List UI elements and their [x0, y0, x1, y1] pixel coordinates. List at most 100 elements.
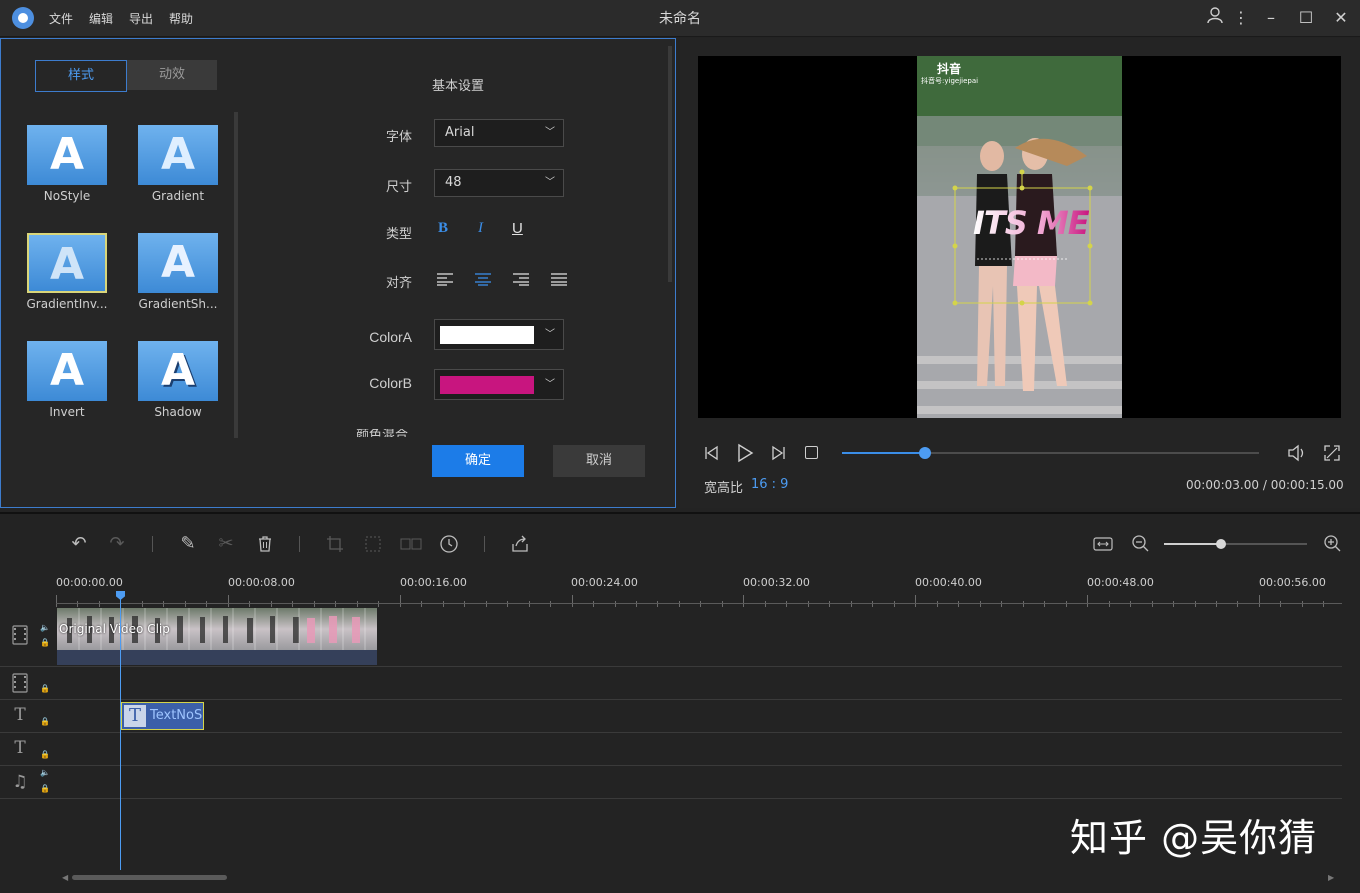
- color-b-picker[interactable]: ﹀: [434, 369, 564, 400]
- size-select[interactable]: 48 ﹀: [434, 169, 564, 197]
- bold-button[interactable]: B: [438, 220, 448, 237]
- style-tile-nostyle[interactable]: A: [27, 125, 107, 185]
- style-label: NoStyle: [43, 189, 91, 203]
- scroll-right-icon[interactable]: ▶: [1328, 873, 1334, 882]
- cancel-button[interactable]: 取消: [553, 445, 645, 477]
- redo-icon[interactable]: ↷: [105, 532, 129, 556]
- ruler-label: 00:00:16.00: [400, 576, 467, 589]
- playback-slider[interactable]: [842, 447, 1259, 459]
- cut-icon[interactable]: ✂: [214, 532, 238, 556]
- split-screen-icon[interactable]: [399, 532, 423, 556]
- lock-icon[interactable]: 🔒: [40, 717, 50, 726]
- close-icon[interactable]: ✕: [1329, 6, 1353, 30]
- crop-icon[interactable]: [323, 532, 347, 556]
- duration-clock-icon[interactable]: [437, 532, 461, 556]
- underline-button[interactable]: U: [512, 220, 523, 237]
- ruler-label: 00:00:32.00: [743, 576, 810, 589]
- next-frame-icon[interactable]: [769, 444, 787, 466]
- style-label: GradientInv...: [26, 297, 108, 311]
- lock-icon[interactable]: 🔒: [40, 784, 50, 793]
- export-share-icon[interactable]: [508, 532, 532, 556]
- style-tile-gradientshadow[interactable]: A: [138, 233, 218, 293]
- zoom-out-icon[interactable]: [1129, 532, 1153, 556]
- total-time: 00:00:15.00: [1270, 478, 1344, 492]
- align-right-icon[interactable]: [513, 271, 529, 290]
- italic-button[interactable]: I: [478, 220, 483, 237]
- align-justify-icon[interactable]: [551, 271, 567, 290]
- maximize-icon[interactable]: ☐: [1294, 6, 1318, 30]
- zoom-in-icon[interactable]: [1321, 532, 1345, 556]
- style-tile-gradient[interactable]: A: [138, 125, 218, 185]
- chevron-down-icon: ﹀: [545, 127, 555, 138]
- style-tile-gradientinv[interactable]: A: [27, 233, 107, 293]
- volume-icon[interactable]: [1286, 443, 1308, 467]
- align-left-icon[interactable]: [437, 271, 453, 290]
- title-bar: 文件 编辑 导出 帮助 未命名 ⋮ – ☐ ✕: [0, 0, 1360, 37]
- align-center-icon[interactable]: [475, 271, 491, 290]
- more-icon[interactable]: ⋮: [1229, 6, 1253, 30]
- overlay-text[interactable]: ITS ME: [973, 204, 1090, 242]
- chevron-down-icon: ﹀: [545, 379, 555, 390]
- settings-scrollbar[interactable]: [668, 46, 672, 282]
- tile-glyph: A: [49, 129, 85, 180]
- mute-icon[interactable]: 🔈: [40, 623, 50, 632]
- pip-track: [0, 667, 1342, 700]
- font-select[interactable]: Arial ﹀: [434, 119, 564, 147]
- video-track-icon: [10, 625, 30, 645]
- ruler-label: 00:00:40.00: [915, 576, 982, 589]
- fullscreen-icon[interactable]: [1322, 443, 1342, 467]
- lock-icon[interactable]: 🔒: [40, 684, 50, 693]
- text-clip[interactable]: T TextNoS: [121, 702, 204, 730]
- toolbar-divider: [484, 536, 485, 552]
- fit-timeline-icon[interactable]: [1091, 532, 1115, 556]
- stop-icon[interactable]: [805, 446, 818, 459]
- delete-icon[interactable]: [253, 532, 277, 556]
- scroll-left-icon[interactable]: ◀: [62, 873, 68, 882]
- minimize-icon[interactable]: –: [1259, 6, 1283, 30]
- play-icon[interactable]: [735, 443, 755, 467]
- toolbar-divider: [299, 536, 300, 552]
- ruler-label: 00:00:56.00: [1259, 576, 1326, 589]
- mute-icon[interactable]: 🔈: [40, 768, 50, 777]
- playhead-line[interactable]: [120, 598, 121, 870]
- color-a-label: ColorA: [369, 329, 412, 345]
- zoom-slider[interactable]: [1164, 539, 1307, 549]
- size-value: 48: [445, 175, 462, 190]
- zhihu-watermark: 知乎 @吴你猜: [1070, 816, 1318, 860]
- ruler-label: 00:00:00.00: [56, 576, 123, 589]
- aspect-ratio-value[interactable]: 16 : 9: [751, 477, 788, 492]
- tile-glyph: A: [49, 239, 85, 290]
- zoom-level: [1164, 543, 1222, 545]
- text-clip-label: TextNoS: [150, 708, 203, 723]
- tile-glyph: A: [160, 237, 196, 288]
- edit-pencil-icon[interactable]: ✎: [176, 532, 200, 556]
- toolbar-divider: [152, 536, 153, 552]
- time-separator: /: [1262, 478, 1267, 492]
- timeline-scrollbar[interactable]: [72, 875, 227, 880]
- tab-animation[interactable]: 动效: [127, 60, 217, 90]
- tab-style[interactable]: 样式: [35, 60, 127, 92]
- prev-frame-icon[interactable]: [703, 444, 721, 466]
- window-title: 未命名: [659, 11, 701, 27]
- style-list-scrollbar[interactable]: [234, 112, 238, 438]
- video-frame: 抖音 抖音号:yigejiepai ITS ME: [917, 56, 1122, 418]
- lock-icon[interactable]: 🔒: [40, 750, 50, 759]
- user-icon[interactable]: [1203, 6, 1227, 30]
- confirm-button[interactable]: 确定: [432, 445, 524, 477]
- text-track-icon: T: [14, 705, 26, 725]
- color-blend-label: 颜色混合: [356, 429, 409, 437]
- style-label: Gradient: [151, 189, 205, 203]
- style-tile-invert[interactable]: A: [27, 341, 107, 401]
- settings-title: 基本设置: [431, 79, 484, 94]
- video-clip[interactable]: Original Video Clip: [57, 608, 377, 665]
- text-clip-icon: T: [124, 705, 146, 727]
- chevron-down-icon: ﹀: [545, 329, 555, 340]
- text-track-2: [0, 733, 1342, 766]
- lock-icon[interactable]: 🔒: [40, 638, 50, 647]
- style-label: Invert: [49, 405, 85, 419]
- mosaic-icon[interactable]: [361, 532, 385, 556]
- style-tile-shadow[interactable]: A: [138, 341, 218, 401]
- undo-icon[interactable]: ↶: [67, 532, 91, 556]
- video-clip-label: Original Video Clip: [59, 622, 170, 636]
- color-a-picker[interactable]: ﹀: [434, 319, 564, 350]
